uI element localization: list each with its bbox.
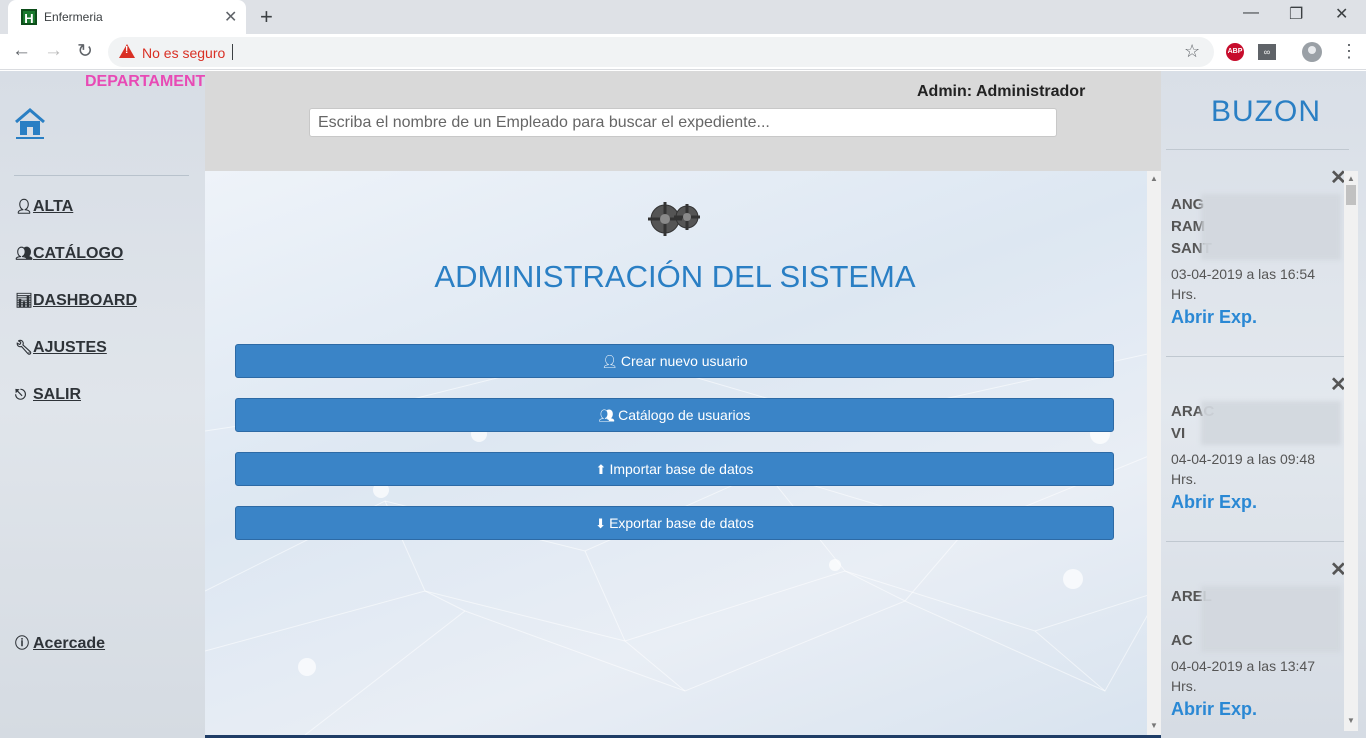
- button-label: Catálogo de usuarios: [618, 407, 751, 423]
- upload-icon: ⬆: [595, 462, 607, 477]
- users-icon: 👥︎: [598, 408, 616, 423]
- main-panel: ADMINISTRACIÓN DEL SISTEMA 👤︎ Crear nuevo…: [205, 171, 1161, 735]
- sidebar-item-ajustes[interactable]: 🔧︎AJUSTES: [15, 339, 107, 357]
- message-date: 04-04-2019 a las 13:47 Hrs.: [1171, 658, 1315, 694]
- info-icon: ⓘ: [15, 635, 29, 651]
- open-record-link[interactable]: Abrir Exp.: [1171, 307, 1341, 328]
- browser-tab[interactable]: H Enfermeria ✕: [8, 0, 246, 34]
- window-close-button[interactable]: ✕: [1335, 4, 1348, 24]
- message-divider: [1166, 356, 1344, 357]
- sidebar-item-catalogo[interactable]: 👥︎CATÁLOGO: [15, 245, 123, 263]
- import-database-button[interactable]: ⬆ Importar base de datos: [235, 452, 1114, 486]
- inbox-message: AREL AC 04-04-2019 a las 13:47 Hrs. Abri…: [1171, 586, 1341, 720]
- message-sender: ARAC VI: [1171, 401, 1341, 445]
- tab-close-icon[interactable]: ✕: [224, 7, 237, 27]
- admin-label: Admin: Administrador: [917, 83, 1086, 100]
- header: Admin: Administrador: [205, 71, 1161, 171]
- message-date: 04-04-2019 a las 09:48 Hrs.: [1171, 451, 1315, 487]
- window-minimize-button[interactable]: —: [1243, 4, 1259, 22]
- inbox-message: ANG RAM SANT 03-04-2019 a las 16:54 Hrs.…: [1171, 194, 1341, 328]
- url-caret: [232, 44, 233, 60]
- open-record-link[interactable]: Abrir Exp.: [1171, 699, 1341, 720]
- sidebar-item-label: DASHBOARD: [33, 292, 137, 309]
- adblock-extension-icon[interactable]: ABP: [1226, 43, 1244, 61]
- gears-icon: [648, 202, 700, 236]
- redaction-blur: [1201, 194, 1341, 260]
- sidebar-item-label: Acercade: [33, 635, 106, 652]
- bookmark-star-icon[interactable]: ☆: [1184, 41, 1200, 62]
- redaction-blur: [1201, 401, 1341, 445]
- user-icon: 👤︎: [15, 198, 33, 214]
- open-record-link[interactable]: Abrir Exp.: [1171, 492, 1341, 513]
- sidebar-item-label: AJUSTES: [33, 339, 107, 356]
- user-catalog-button[interactable]: 👥︎ Catálogo de usuarios: [235, 398, 1114, 432]
- sidebar: 👤︎ALTA 👥︎CATÁLOGO 📊︎DASHBOARD 🔧︎AJUSTES …: [0, 71, 205, 738]
- sidebar-item-label: CATÁLOGO: [33, 245, 124, 262]
- sidebar-item-dashboard[interactable]: 📊︎DASHBOARD: [15, 292, 137, 310]
- browser-toolbar: ← → ↻ No es seguro ☆: [0, 34, 1366, 70]
- profile-avatar-icon[interactable]: [1302, 42, 1322, 62]
- message-divider: [1166, 541, 1344, 542]
- browser-menu-icon[interactable]: ⋮: [1340, 42, 1358, 60]
- button-label: Exportar base de datos: [609, 515, 754, 531]
- sidebar-item-salir[interactable]: ⎋ SALIR: [15, 386, 81, 404]
- new-tab-button[interactable]: +: [260, 4, 273, 30]
- sidebar-item-alta[interactable]: 👤︎ALTA: [15, 198, 73, 216]
- page-title: ADMINISTRACIÓN DEL SISTEMA: [434, 259, 916, 294]
- button-label: Importar base de datos: [609, 461, 754, 477]
- browser-tab-bar: H Enfermeria ✕ + — ❐ ✕: [0, 0, 1366, 34]
- inbox-message: ARAC VI 04-04-2019 a las 09:48 Hrs. Abri…: [1171, 401, 1341, 513]
- scroll-up-arrow-icon[interactable]: ▲: [1150, 174, 1158, 183]
- stats-icon: 📊︎: [15, 292, 33, 308]
- create-user-button[interactable]: 👤︎ Crear nuevo usuario: [235, 344, 1114, 378]
- security-status[interactable]: No es seguro: [142, 45, 225, 61]
- inbox-divider: [1166, 149, 1349, 150]
- user-add-icon: 👤︎: [601, 354, 618, 369]
- employee-search-input[interactable]: [309, 108, 1057, 137]
- message-sender: AREL AC: [1171, 586, 1341, 652]
- sidebar-item-label: SALIR: [33, 386, 81, 403]
- extension-icon[interactable]: ∞: [1258, 44, 1276, 60]
- redaction-blur: [1201, 586, 1341, 652]
- button-label: Crear nuevo usuario: [620, 353, 748, 369]
- reload-icon[interactable]: ↻: [77, 40, 93, 63]
- users-icon: 👥︎: [15, 245, 33, 261]
- sidebar-item-label: ALTA: [33, 198, 74, 215]
- sidebar-item-about[interactable]: ⓘ Acercade: [15, 633, 105, 653]
- scroll-up-arrow-icon[interactable]: ▲: [1347, 174, 1355, 183]
- back-arrow-icon[interactable]: ←: [12, 40, 31, 62]
- sidebar-divider: [14, 175, 189, 176]
- scroll-down-arrow-icon[interactable]: ▼: [1347, 716, 1355, 725]
- tab-title: Enfermeria: [44, 10, 103, 24]
- forward-arrow-icon[interactable]: →: [44, 40, 63, 62]
- page: 👤︎ALTA 👥︎CATÁLOGO 📊︎DASHBOARD 🔧︎AJUSTES …: [0, 71, 1366, 738]
- logout-icon: ⎋: [15, 386, 27, 402]
- message-date: 03-04-2019 a las 16:54 Hrs.: [1171, 266, 1315, 302]
- address-bar[interactable]: No es seguro ☆: [108, 37, 1214, 67]
- inbox-panel: BUZON ✕ ANG RAM SANT 03-04-2019 a las 16…: [1161, 71, 1366, 738]
- warning-icon: [119, 44, 135, 58]
- window-restore-button[interactable]: ❐: [1289, 4, 1303, 24]
- inbox-scrollbar[interactable]: ▲ ▼: [1344, 171, 1358, 731]
- wrench-icon: 🔧︎: [15, 339, 33, 355]
- main-scrollbar[interactable]: ▲ ▼: [1147, 171, 1161, 735]
- home-icon[interactable]: [14, 107, 46, 139]
- inbox-title: BUZON: [1211, 95, 1321, 128]
- message-sender: ANG RAM SANT: [1171, 194, 1341, 260]
- export-database-button[interactable]: ⬇ Exportar base de datos: [235, 506, 1114, 540]
- scrollbar-thumb[interactable]: [1346, 185, 1356, 205]
- download-icon: ⬇: [595, 516, 607, 531]
- scroll-down-arrow-icon[interactable]: ▼: [1150, 721, 1158, 730]
- site-favicon-icon: H: [21, 9, 37, 26]
